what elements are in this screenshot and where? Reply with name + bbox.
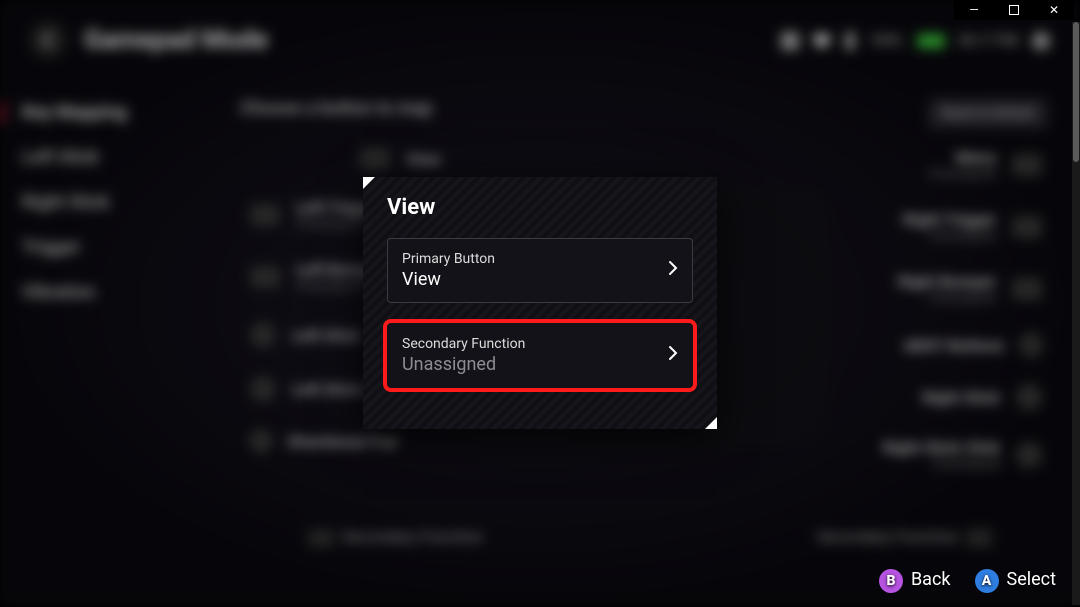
secondary-function-option[interactable]: Secondary Function Unassigned	[387, 323, 693, 388]
secondary-function-value: Unassigned	[402, 354, 525, 375]
primary-button-label: Primary Button	[402, 251, 495, 267]
hint-back: B Back	[879, 569, 951, 593]
window-close-button[interactable]: ✕	[1034, 0, 1074, 20]
hint-select-label: Select	[1007, 569, 1056, 590]
view-button-dialog: View Primary Button View Secondary Funct…	[363, 177, 717, 429]
window-controls: — ✕	[954, 0, 1074, 20]
hint-back-label: Back	[911, 569, 951, 590]
window-maximize-button[interactable]	[994, 0, 1034, 20]
chevron-right-icon	[668, 260, 678, 281]
window-minimize-button[interactable]: —	[954, 0, 994, 20]
a-button-icon: A	[975, 569, 999, 593]
b-button-icon: B	[879, 569, 903, 593]
primary-button-option[interactable]: Primary Button View	[387, 238, 693, 303]
scrollbar-thumb[interactable]	[1073, 22, 1079, 162]
button-hints: B Back A Select	[879, 569, 1056, 593]
chevron-right-icon	[668, 345, 678, 366]
primary-button-value: View	[402, 269, 495, 290]
dialog-title: View	[387, 195, 693, 220]
hint-select: A Select	[975, 569, 1056, 593]
secondary-function-label: Secondary Function	[402, 336, 525, 352]
vertical-scrollbar[interactable]	[1072, 22, 1080, 605]
